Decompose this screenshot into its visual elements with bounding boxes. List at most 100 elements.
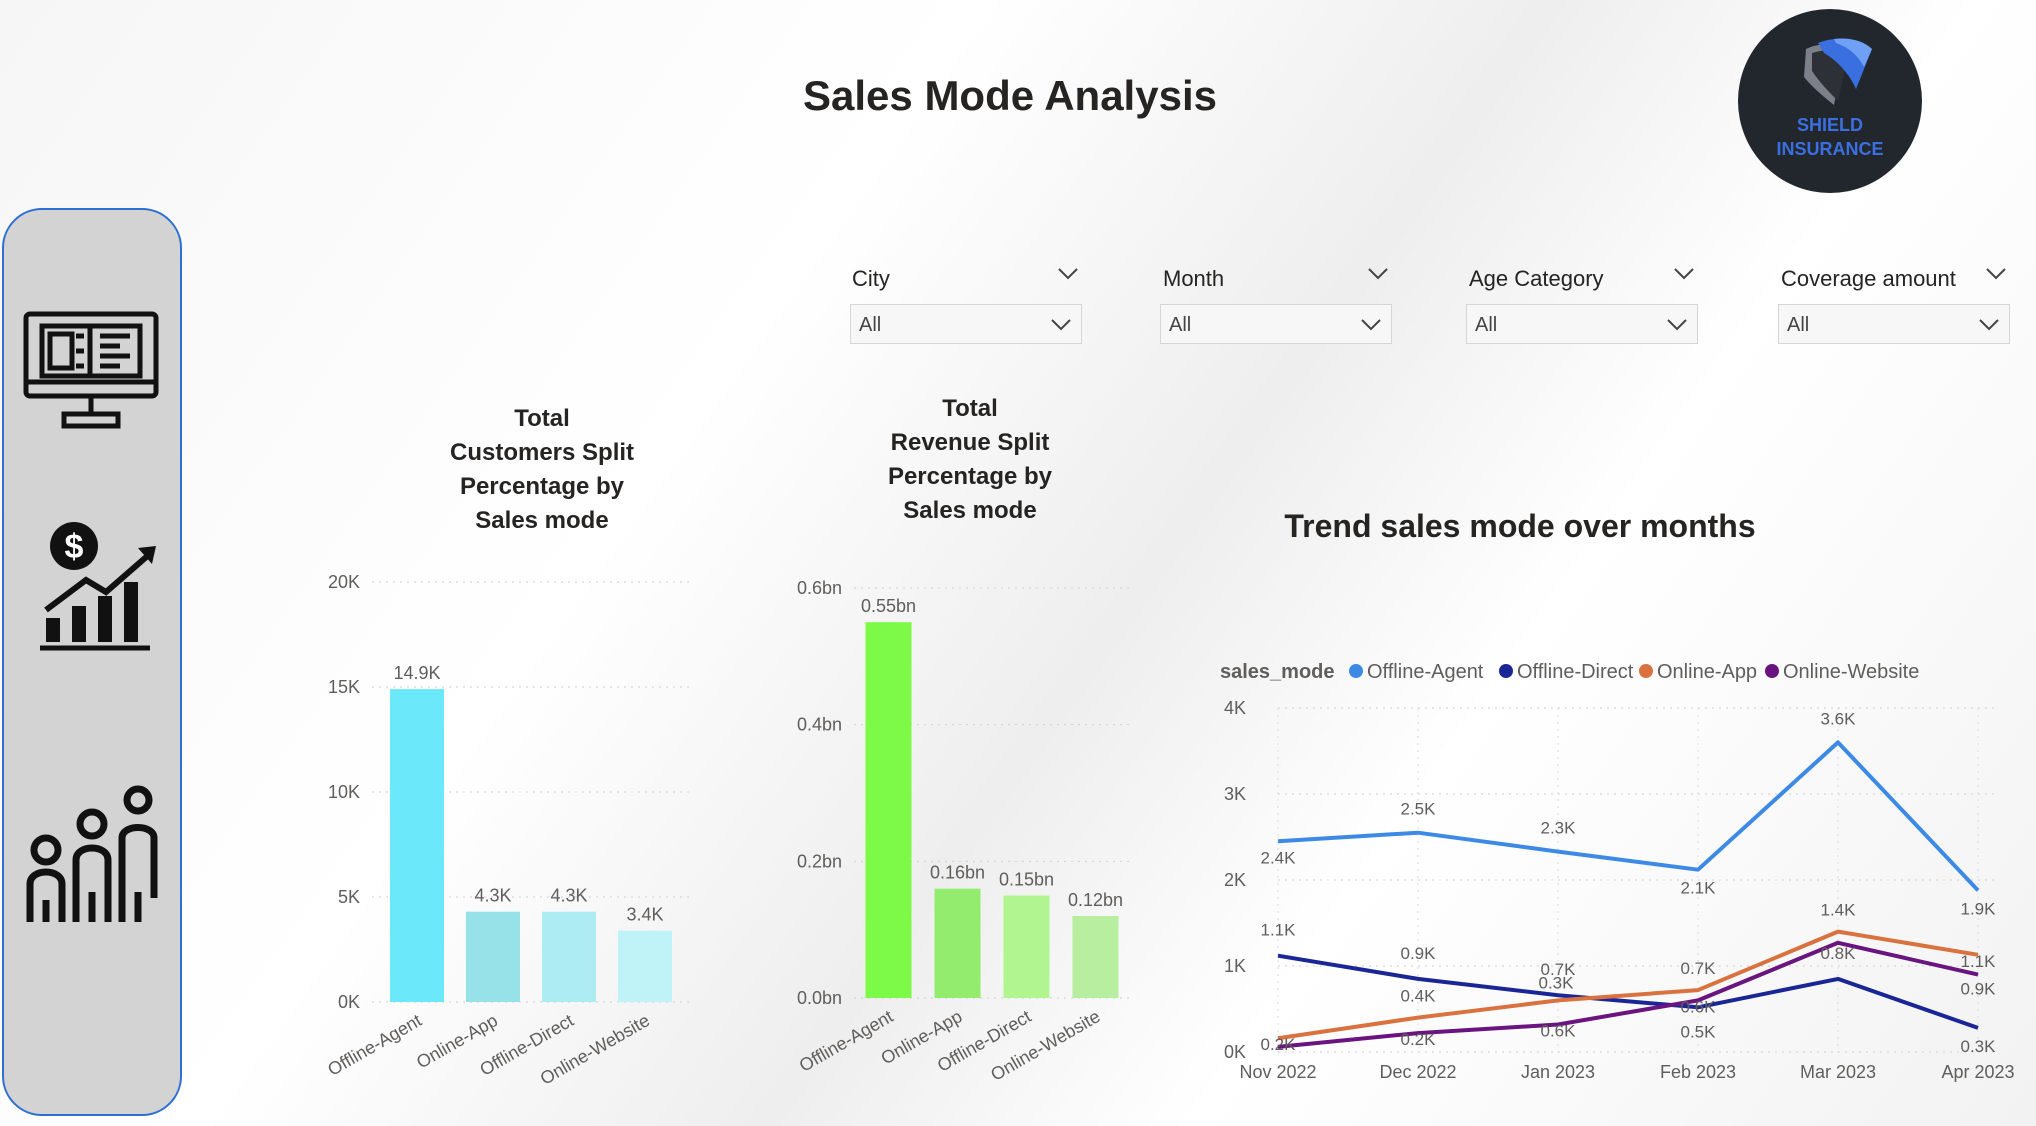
- series-line[interactable]: [1277, 740, 1980, 892]
- line-data-label: 0.3K: [1539, 973, 1575, 992]
- family-icon: [26, 785, 158, 922]
- line-data-label: 2.4K: [1261, 848, 1297, 867]
- line-data-label: 0.9K: [1401, 944, 1437, 963]
- x-tick-label: Offline-Agent: [796, 1006, 897, 1076]
- filter-coverage-amount-label: Coverage amount: [1781, 266, 1956, 291]
- line-data-label: 0.7K: [1681, 959, 1717, 978]
- x-tick-label: Mar 2023: [1800, 1062, 1876, 1082]
- line-data-label: 0.6K: [1541, 1021, 1577, 1040]
- filter-city-dropdown[interactable]: All: [850, 304, 1082, 344]
- chevron-down-icon[interactable]: [1056, 266, 1080, 282]
- y-tick-label: 0.6bn: [797, 578, 842, 598]
- y-tick-label: 4K: [1224, 698, 1246, 718]
- revenue-bar-chart: 0.0bn 0.2bn 0.4bn 0.6bn 0.55bn Offline-Agent 0…: [796, 578, 1130, 1085]
- bar[interactable]: [542, 911, 596, 1002]
- legend-marker: [1639, 664, 1653, 678]
- customers-bar-chart: 0K5K10K15K20K14.9KOffline-Agent4.3KOnlin…: [324, 572, 690, 1089]
- line-data-label: 1.1K: [1261, 921, 1297, 940]
- chevron-down-icon: [1361, 319, 1381, 331]
- chart-title-line: Customers Split: [449, 439, 635, 466]
- chart-title-line: Percentage by: [459, 473, 625, 500]
- bar-data-label: 0.55bn: [861, 596, 916, 616]
- bar[interactable]: [618, 930, 672, 1002]
- line-data-label: 0.6K: [1681, 997, 1717, 1016]
- chevron-down-icon: [1667, 319, 1687, 331]
- bar-data-label: 14.9K: [393, 663, 440, 683]
- bar-data-label: 0.16bn: [930, 863, 985, 883]
- line-data-label: 1.9K: [1961, 899, 1997, 918]
- filter-month-label: Month: [1163, 266, 1225, 291]
- line-data-label: 2.1K: [1681, 879, 1717, 898]
- svg-text:$: $: [65, 528, 84, 566]
- x-tick-label: Apr 2023: [1941, 1062, 2014, 1082]
- y-tick-label: 0.0bn: [797, 988, 842, 1008]
- shield-insurance-logo: SHIELD INSURANCE: [1738, 9, 1922, 193]
- chevron-down-icon[interactable]: [1366, 266, 1390, 282]
- legend-title: sales_mode: [1220, 661, 1335, 683]
- page-title: Sales Mode Analysis: [803, 72, 1217, 119]
- y-tick-label: 3K: [1224, 784, 1246, 804]
- line-data-label: 0.3K: [1961, 1037, 1997, 1056]
- legend-item[interactable]: Online-Website: [1783, 661, 1919, 683]
- y-tick-label: 2K: [1224, 870, 1246, 890]
- x-tick-label: Feb 2023: [1660, 1062, 1736, 1082]
- trend-line-chart: sales_mode Offline-Agent Offline-Direct Onl…: [1220, 661, 2015, 1082]
- filter-month-dropdown[interactable]: All: [1160, 304, 1392, 344]
- chart-title-line: Total: [942, 395, 998, 422]
- series-line[interactable]: [1277, 929, 1979, 1041]
- line-data-label: 0.8K: [1821, 944, 1857, 963]
- bar-data-label: 0.12bn: [1068, 890, 1123, 910]
- filter-coverage-amount-dropdown[interactable]: All: [1778, 304, 2010, 344]
- filter-age-category-dropdown[interactable]: All: [1466, 304, 1698, 344]
- customers-chart-title: Total Customers Split Percentage by Sale…: [402, 402, 682, 538]
- chevron-down-icon[interactable]: [1984, 266, 2008, 282]
- chart-title-line: Revenue Split: [890, 429, 1050, 456]
- x-tick-label: Offline-Agent: [324, 1010, 425, 1080]
- x-tick-label: Jan 2023: [1521, 1062, 1595, 1082]
- y-tick-label: 15K: [328, 677, 360, 697]
- series-line[interactable]: [1277, 953, 1979, 1030]
- line-data-label: 2.5K: [1401, 800, 1437, 819]
- chart-title-line: Sales mode: [475, 507, 609, 534]
- line-data-label: 1.4K: [1821, 901, 1857, 920]
- y-tick-label: 10K: [328, 782, 360, 802]
- monitor-dashboard-icon: [23, 311, 159, 429]
- line-data-label: 2.3K: [1541, 819, 1577, 838]
- trend-chart-title: Trend sales mode over months: [1284, 508, 1756, 544]
- y-tick-label: 0.2bn: [797, 851, 842, 871]
- nav-customers-button[interactable]: [16, 780, 166, 930]
- y-tick-label: 0K: [338, 992, 360, 1012]
- filter-age-category-value: All: [1475, 314, 1498, 336]
- bar-data-label: 3.4K: [626, 905, 663, 925]
- logo-line1: SHIELD: [1796, 115, 1863, 135]
- legend-item[interactable]: Offline-Agent: [1367, 661, 1484, 683]
- bar[interactable]: [865, 622, 912, 998]
- line-data-label: 0.9K: [1961, 980, 1997, 999]
- filter-age-category-label: Age Category: [1469, 266, 1604, 291]
- filter-city-value: All: [859, 314, 882, 336]
- logo-line2: INSURANCE: [1776, 139, 1884, 159]
- bar[interactable]: [934, 888, 981, 998]
- nav-dashboard-button[interactable]: [16, 296, 166, 446]
- revenue-chart-title: Total Revenue Split Percentage by Sales …: [830, 392, 1110, 528]
- legend-marker: [1765, 664, 1779, 678]
- y-tick-label: 0.4bn: [797, 715, 842, 735]
- y-tick-label: 5K: [338, 887, 360, 907]
- legend-item[interactable]: Offline-Direct: [1517, 661, 1634, 683]
- x-tick-label: Nov 2022: [1239, 1062, 1316, 1082]
- nav-sales-button[interactable]: $: [16, 510, 166, 660]
- y-tick-label: 0K: [1224, 1042, 1246, 1062]
- bar[interactable]: [1072, 916, 1119, 998]
- bar[interactable]: [390, 689, 444, 1002]
- chevron-down-icon: [1979, 319, 1999, 331]
- chevron-down-icon[interactable]: [1672, 266, 1696, 282]
- bar[interactable]: [1003, 895, 1050, 999]
- y-tick-label: 1K: [1224, 956, 1246, 976]
- line-data-label: 0.4K: [1401, 987, 1437, 1006]
- bar-data-label: 4.3K: [474, 886, 511, 906]
- legend-item[interactable]: Online-App: [1657, 661, 1757, 683]
- nav-panel: $: [2, 208, 182, 1116]
- chevron-down-icon: [1051, 319, 1071, 331]
- y-tick-label: 20K: [328, 572, 360, 592]
- bar[interactable]: [466, 911, 520, 1002]
